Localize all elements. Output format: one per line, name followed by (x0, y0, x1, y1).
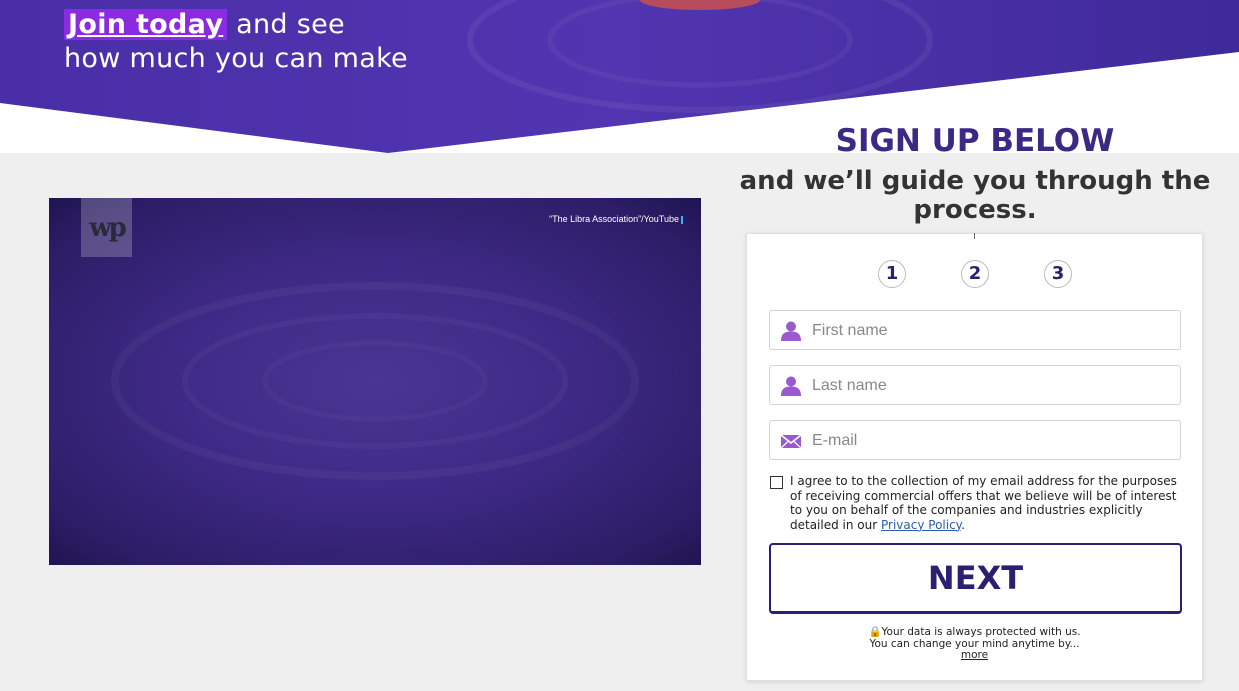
privacy-policy-link[interactable]: Privacy Policy (881, 518, 961, 532)
video-credit: “The Libra Association”/YouTube (549, 214, 683, 224)
email-field (769, 420, 1181, 461)
step-3: 3 (1044, 260, 1072, 288)
email-input[interactable] (810, 421, 1174, 461)
step-1: 1 (878, 260, 906, 288)
envelope-icon (780, 434, 802, 449)
credit-marker (681, 215, 683, 224)
hero-line1-rest: and see (227, 9, 345, 40)
consent-body: I agree to to the collection of my email… (790, 474, 1177, 532)
first-name-input[interactable] (810, 311, 1174, 351)
last-name-field (769, 365, 1181, 406)
more-link[interactable]: more (961, 649, 988, 661)
user-icon (781, 376, 801, 396)
consent-end: . (961, 517, 965, 532)
last-name-input[interactable] (810, 366, 1174, 406)
consent-text: I agree to to the collection of my email… (790, 474, 1182, 532)
join-today-highlight[interactable]: Join today (64, 9, 228, 40)
step-2: 2 (961, 260, 989, 288)
signup-heading: SIGN UP BELOW (835, 123, 1115, 159)
video-frame-graphic (111, 282, 639, 480)
privacy-footer: 🔒Your data is always protected with us. … (747, 626, 1202, 662)
consent-checkbox[interactable] (770, 476, 783, 489)
footer-line1: Your data is always protected with us. (881, 626, 1081, 638)
user-icon (781, 321, 801, 341)
video-credit-text: “The Libra Association”/YouTube (549, 214, 679, 224)
hero-line2: how much you can make (64, 43, 408, 74)
next-button[interactable]: NEXT (769, 543, 1182, 614)
card-pointer (974, 233, 975, 239)
guide-subheading: and we’ll guide you through the process. (739, 166, 1211, 225)
hero-headline: Join today and see how much you can make (64, 8, 408, 76)
step-indicator: 1 2 3 (747, 260, 1202, 290)
first-name-field (769, 310, 1181, 351)
lock-icon: 🔒 (868, 626, 882, 638)
video-player[interactable]: wp “The Libra Association”/YouTube (49, 198, 701, 565)
washington-post-logo: wp (81, 198, 132, 257)
signup-form-card: 1 2 3 I agree to to the collection of my… (746, 233, 1203, 681)
